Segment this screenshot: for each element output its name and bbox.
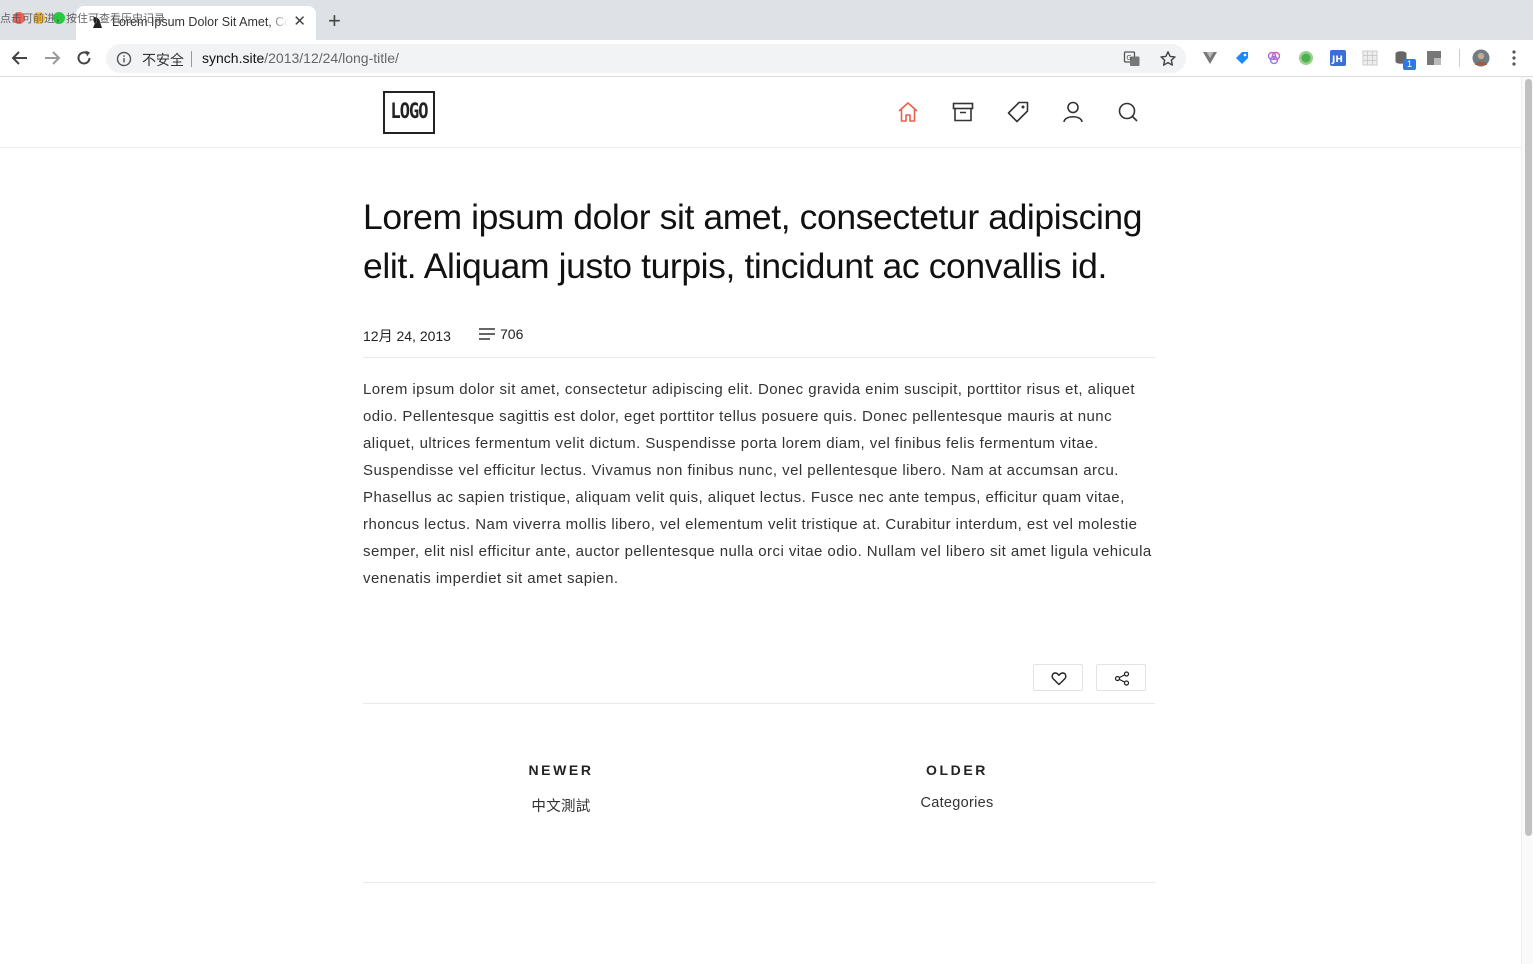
bookmark-star-icon[interactable] bbox=[1159, 50, 1177, 68]
home-icon[interactable] bbox=[895, 99, 921, 125]
tag-icon[interactable] bbox=[1005, 99, 1031, 125]
post-actions bbox=[363, 664, 1155, 704]
rp-extension-icon[interactable] bbox=[1426, 50, 1442, 66]
post-date: 12月 24, 2013 bbox=[363, 328, 451, 344]
back-arrow-icon[interactable] bbox=[9, 48, 31, 68]
older-heading: OLDER bbox=[926, 762, 988, 778]
translate-icon[interactable]: G bbox=[1123, 50, 1141, 68]
browser-tab-strip: Lorem Ipsum Dolor Sit Amet, Consectetur … bbox=[0, 0, 1533, 40]
svg-text:JH: JH bbox=[1331, 55, 1343, 65]
info-icon[interactable] bbox=[116, 51, 132, 67]
scrollbar-thumb[interactable] bbox=[1525, 79, 1532, 836]
jh-extension-icon[interactable]: JH bbox=[1330, 50, 1346, 66]
newer-post: NEWER 中文測試 bbox=[363, 762, 759, 816]
word-count-icon bbox=[479, 328, 495, 340]
rings-extension-icon[interactable] bbox=[1266, 50, 1282, 66]
older-post-link[interactable]: Categories bbox=[759, 795, 1155, 811]
browser-menu-icon[interactable] bbox=[1506, 49, 1522, 67]
older-post: OLDER Categories bbox=[759, 762, 1155, 811]
post-body: Lorem ipsum dolor sit amet, consectetur … bbox=[363, 381, 1152, 587]
post-meta: 12月 24, 2013 706 bbox=[363, 324, 1155, 358]
logo-text: LOGO bbox=[390, 99, 429, 125]
address-separator bbox=[191, 51, 192, 67]
reload-icon[interactable] bbox=[73, 48, 95, 68]
heart-icon bbox=[1051, 672, 1067, 686]
word-count: 706 bbox=[500, 326, 524, 342]
post-navigation: NEWER 中文測試 OLDER Categories bbox=[363, 704, 1155, 883]
page-scrollbar[interactable] bbox=[1521, 77, 1533, 964]
security-status-label[interactable]: 不安全 bbox=[142, 50, 184, 70]
share-button[interactable] bbox=[1096, 664, 1146, 691]
share-icon bbox=[1114, 671, 1130, 686]
address-bar[interactable]: 不安全 synch.site/2013/12/24/long-title/ G bbox=[106, 44, 1186, 73]
site-header: LOGO bbox=[0, 77, 1521, 148]
newer-heading: NEWER bbox=[528, 762, 594, 778]
archive-icon[interactable] bbox=[950, 99, 976, 125]
grid-extension-icon[interactable] bbox=[1362, 50, 1378, 66]
search-icon[interactable] bbox=[1115, 99, 1141, 125]
green-dot-extension-icon[interactable] bbox=[1298, 50, 1314, 66]
post-title: Lorem ipsum dolor sit amet, consectetur … bbox=[363, 197, 1143, 286]
forward-arrow-icon[interactable] bbox=[41, 48, 63, 68]
like-button[interactable] bbox=[1033, 664, 1083, 691]
browser-toolbar: 不安全 synch.site/2013/12/24/long-title/ G … bbox=[0, 40, 1533, 77]
tag-extension-icon[interactable] bbox=[1234, 50, 1250, 66]
tab-close-icon[interactable]: ✕ bbox=[293, 14, 306, 30]
extension-badge: 1 bbox=[1403, 59, 1416, 70]
url-path: /2013/12/24/long-title/ bbox=[264, 50, 399, 66]
site-logo[interactable]: LOGO bbox=[383, 91, 435, 134]
vue-devtools-icon[interactable] bbox=[1202, 50, 1218, 66]
profile-avatar-icon[interactable] bbox=[1472, 49, 1490, 67]
toolbar-separator bbox=[1459, 49, 1460, 67]
url-host: synch.site bbox=[202, 50, 265, 66]
new-tab-button[interactable]: + bbox=[328, 10, 341, 32]
svg-text:G: G bbox=[1126, 54, 1131, 62]
back-forward-tooltip: 点击可前进，按住可查看历史记录 bbox=[0, 13, 165, 25]
url-text[interactable]: synch.site/2013/12/24/long-title/ bbox=[202, 50, 399, 66]
newer-post-link[interactable]: 中文測試 bbox=[363, 795, 759, 816]
user-icon[interactable] bbox=[1060, 99, 1086, 125]
